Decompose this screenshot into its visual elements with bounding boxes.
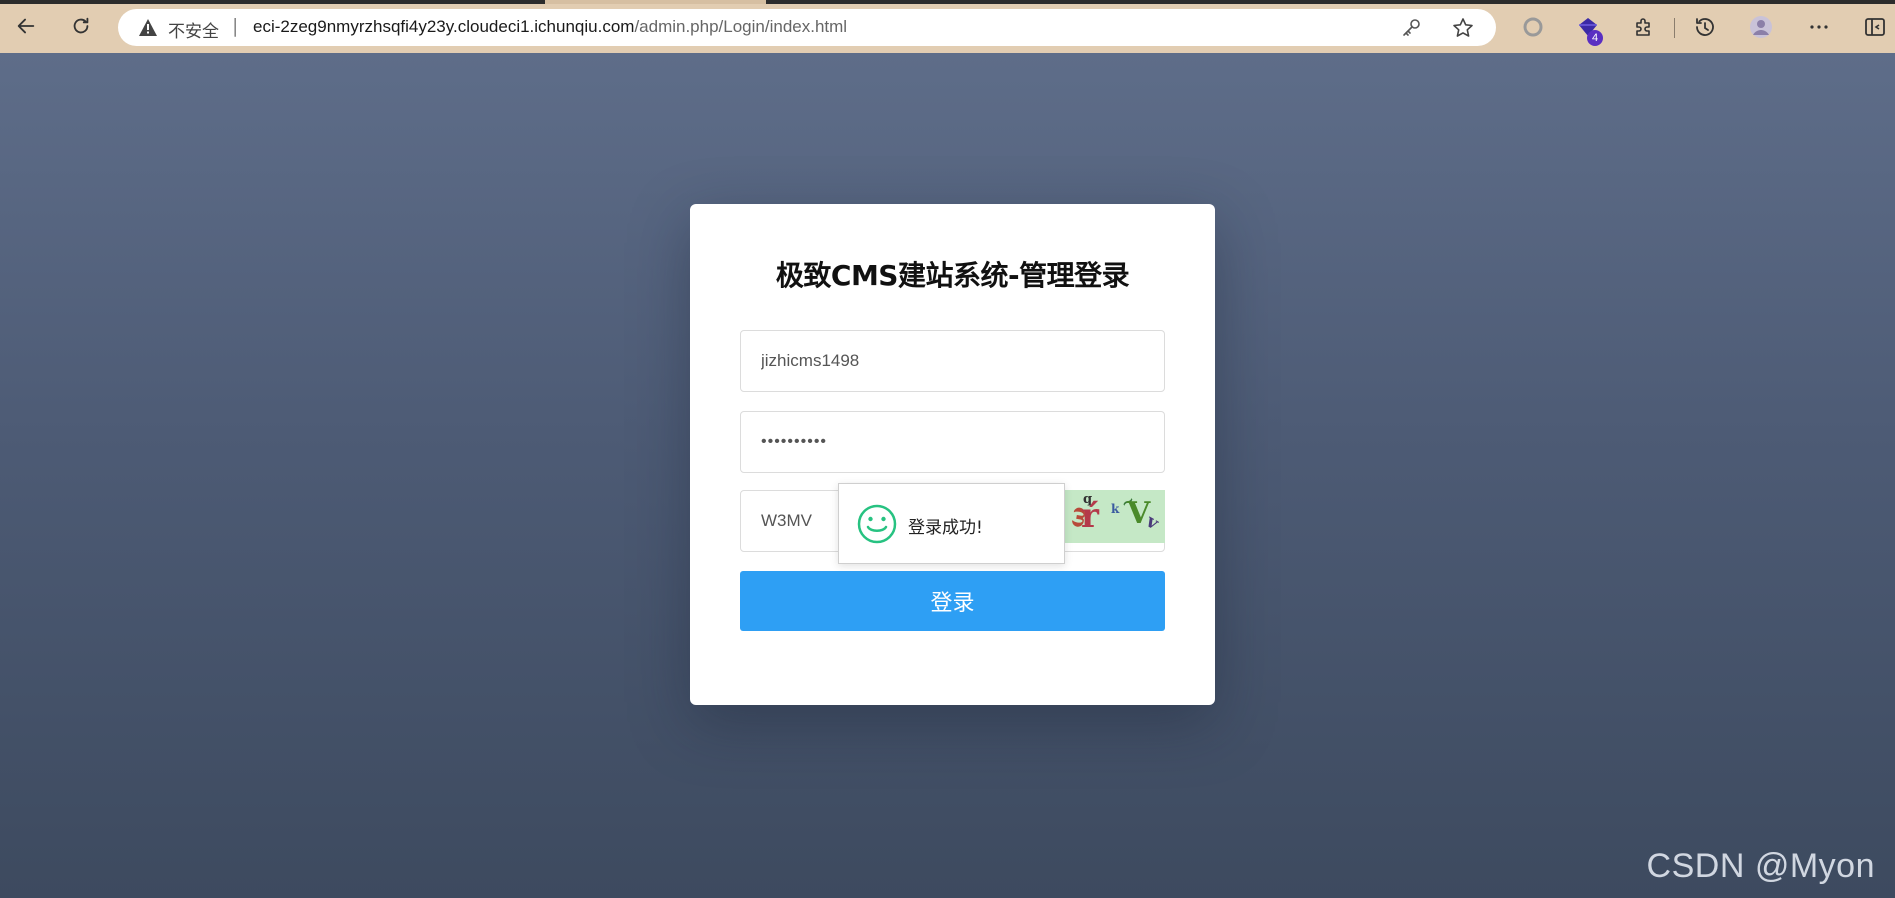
toolbar-divider [1674, 18, 1675, 38]
back-button[interactable] [8, 8, 44, 44]
address-divider: | [232, 15, 239, 37]
warning-icon[interactable] [138, 18, 158, 37]
login-card: 极致CMS建站系统-管理登录 ω q ŕ k ~ V v 登录 [690, 204, 1215, 705]
url-text[interactable]: eci-2zeg9nmyrzhsqfi4y23y.cloudeci1.ichun… [253, 17, 847, 37]
reload-button[interactable] [63, 8, 99, 44]
toast-message: 登录成功! [908, 518, 983, 538]
username-field[interactable] [740, 330, 1165, 392]
circle-extension-icon[interactable] [1519, 13, 1547, 41]
smiley-icon [857, 504, 897, 544]
extensions-puzzle-icon[interactable] [1630, 13, 1658, 41]
favorite-star-icon[interactable] [1452, 17, 1474, 39]
login-button[interactable]: 登录 [740, 571, 1165, 631]
back-arrow-icon [17, 18, 35, 34]
success-toast: 登录成功! [838, 483, 1065, 564]
password-input[interactable] [741, 412, 1164, 472]
reload-icon [73, 17, 89, 34]
login-title: 极致CMS建站系统-管理登录 [775, 259, 1130, 292]
url-host: eci-2zeg9nmyrzhsqfi4y23y.cloudeci1.ichun… [253, 17, 635, 36]
password-field[interactable] [740, 411, 1165, 473]
url-path: /admin.php/Login/index.html [634, 17, 848, 36]
address-bar[interactable]: 不安全 | eci-2zeg9nmyrzhsqfi4y23y.cloudeci1… [118, 9, 1496, 46]
history-icon[interactable] [1691, 13, 1719, 41]
captcha-image[interactable]: ω q ŕ k ~ V v [1063, 490, 1165, 543]
sidebar-toggle-icon[interactable] [1861, 13, 1889, 41]
tab-strip [0, 0, 1895, 4]
key-icon[interactable] [1400, 17, 1422, 39]
username-input[interactable] [741, 331, 1164, 391]
watermark: CSDN @Myon [1646, 847, 1875, 885]
more-menu-icon[interactable] [1805, 13, 1833, 41]
security-label[interactable]: 不安全 [168, 17, 219, 42]
extension-badge: 4 [1587, 30, 1603, 46]
profile-avatar[interactable] [1747, 13, 1775, 41]
page-background: 极致CMS建站系统-管理登录 ω q ŕ k ~ V v 登录 [0, 53, 1895, 898]
browser-toolbar: 不安全 | eci-2zeg9nmyrzhsqfi4y23y.cloudeci1… [0, 0, 1895, 53]
